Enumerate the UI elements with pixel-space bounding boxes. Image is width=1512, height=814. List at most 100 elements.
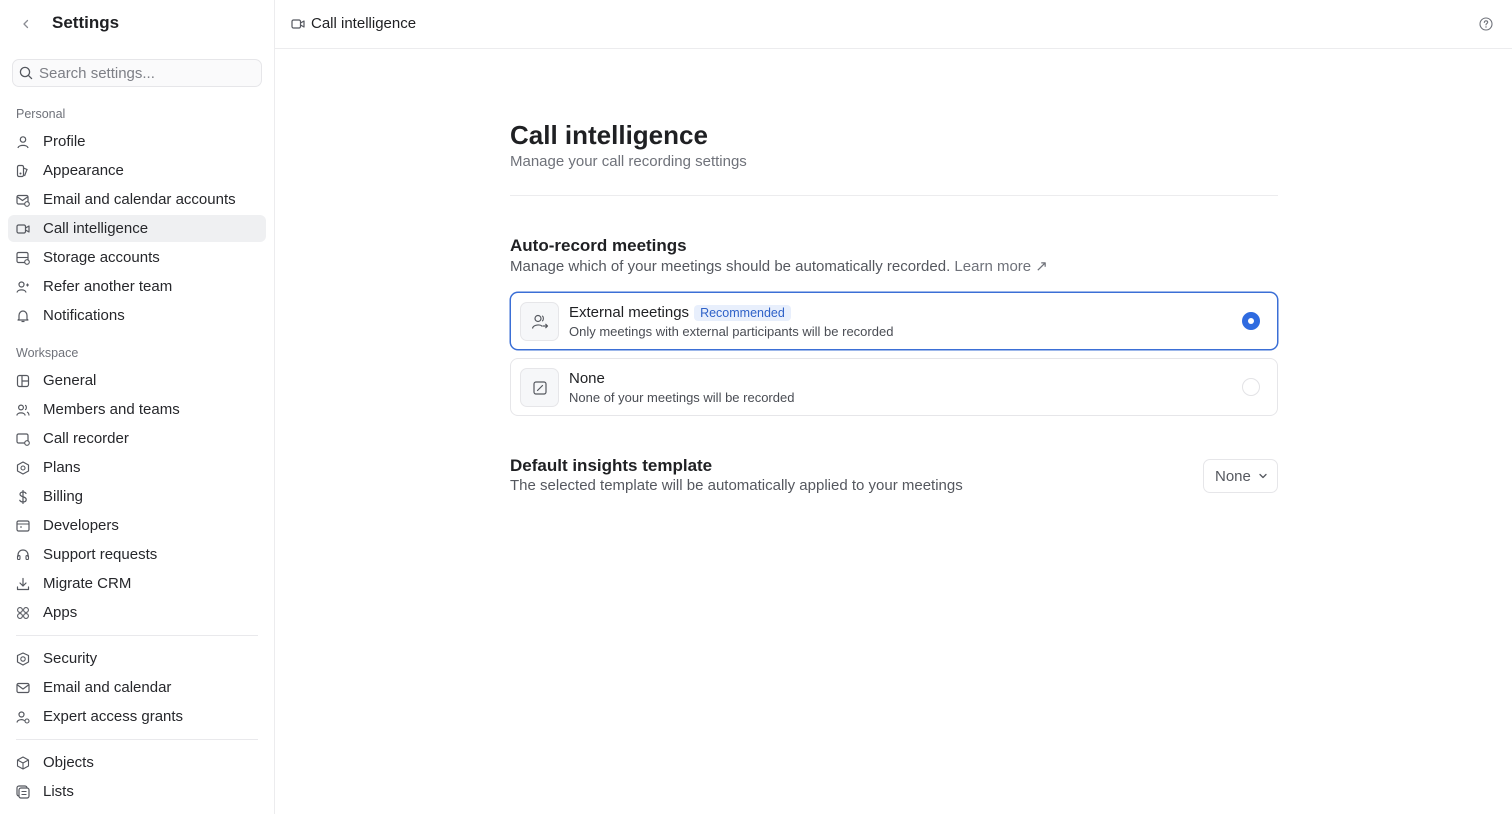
plans-icon [16,460,30,475]
sidebar-item-call-intelligence[interactable]: Call intelligence [8,215,266,242]
search-input[interactable] [39,64,249,82]
radio-none[interactable] [1242,378,1260,396]
sidebar-item-label: Plans [43,459,81,476]
sidebar-item-expert-access-grants[interactable]: Expert access grants [8,703,266,730]
envelope-icon [16,681,30,695]
search-box[interactable] [12,59,262,87]
sidebar-item-label: Call recorder [43,430,129,447]
list-icon [16,784,30,799]
chevron-down-icon [1259,473,1267,479]
mail-account-icon [16,193,30,207]
sidebar-divider [16,739,258,740]
sidebar-item-label: Email and calendar [43,679,172,696]
back-button[interactable] [16,14,36,34]
help-circle-icon[interactable] [1479,17,1493,31]
person-icon [16,135,30,149]
sidebar-item-label: Apps [43,604,78,621]
insights-template-value: None [1215,467,1251,485]
sidebar-item-developers[interactable]: Developers [8,512,266,539]
recommended-badge: Recommended [694,304,791,321]
sidebar-title: Settings [52,13,120,32]
sidebar-item-email-calendar[interactable]: Email and calendar [8,674,266,701]
section-label-personal: Personal [16,107,66,121]
option-none[interactable]: None None of your meetings will be recor… [510,358,1278,416]
user-key-icon [16,710,30,724]
sidebar-item-lists[interactable]: Lists [8,778,266,805]
sidebar-item-refer-another-team[interactable]: Refer another team [8,273,266,300]
sidebar-item-label: Email and calendar accounts [43,191,236,208]
option-title-text: None [569,370,605,387]
option-title-text: External meetings [569,304,690,321]
learn-more-link[interactable]: Learn more ↗ [954,258,1047,275]
sidebar-item-label: Migrate CRM [43,575,132,592]
sidebar-item-label: Storage accounts [43,249,160,266]
video-icon [16,222,30,236]
sidebar-item-plans[interactable]: Plans [8,454,266,481]
option-description: None of your meetings will be recorded [569,390,795,405]
sidebar-item-label: Notifications [43,307,125,324]
sidebar-item-call-recorder[interactable]: Call recorder [8,425,266,452]
sidebar-item-email-calendar-accounts[interactable]: Email and calendar accounts [8,186,266,213]
option-title: External meetings Recommended [569,304,791,321]
recorder-icon [16,432,30,446]
sidebar-divider [16,635,258,636]
video-icon [291,19,305,29]
auto-record-description: Manage which of your meetings should be … [510,257,1048,275]
section-label-workspace: Workspace [16,346,79,360]
settings-sidebar: Settings Personal Profile Appearance Ema… [0,0,275,814]
none-slash-icon [520,368,559,407]
dollar-icon [16,489,30,504]
sidebar-header: Settings [0,0,274,48]
cube-icon [16,755,30,770]
sidebar-item-label: Support requests [43,546,158,563]
search-icon [19,66,33,80]
sidebar-item-security[interactable]: Security [8,645,266,672]
layout-icon [16,374,30,388]
sidebar-item-label: Profile [43,133,86,150]
option-title: None [569,370,605,387]
sidebar-item-label: Call intelligence [43,220,149,237]
users-icon [16,403,30,417]
sidebar-item-apps[interactable]: Apps [8,599,266,626]
sidebar-item-general[interactable]: General [8,367,266,394]
page-subtitle: Manage your call recording settings [510,153,747,170]
headset-icon [16,548,30,562]
sidebar-item-label: Refer another team [43,278,173,295]
auto-record-title: Auto-record meetings [510,236,687,255]
page-header: Call intelligence [275,0,1512,49]
bell-icon [16,309,30,323]
sidebar-item-label: General [43,372,97,389]
sidebar-item-label: Expert access grants [43,708,184,725]
sidebar-item-label: Members and teams [43,401,180,418]
sidebar-item-label: Security [43,650,98,667]
sidebar-item-label: Objects [43,754,94,771]
sidebar-item-migrate-crm[interactable]: Migrate CRM [8,570,266,597]
option-external-meetings[interactable]: External meetings Recommended Only meeti… [510,292,1278,350]
sidebar-item-label: Developers [43,517,119,534]
page-title: Call intelligence [510,120,708,150]
sidebar-item-members-teams[interactable]: Members and teams [8,396,266,423]
sidebar-item-appearance[interactable]: Appearance [8,157,266,184]
download-icon [16,577,30,591]
insights-template-title: Default insights template [510,456,713,475]
storage-icon [16,251,30,265]
sidebar-item-notifications[interactable]: Notifications [8,302,266,329]
sidebar-item-profile[interactable]: Profile [8,128,266,155]
sidebar-item-storage-accounts[interactable]: Storage accounts [8,244,266,271]
insights-template-description: The selected template will be automatica… [510,477,963,494]
chevron-left-icon [23,19,29,29]
palette-icon [16,164,30,178]
radio-external-meetings[interactable] [1242,312,1260,330]
external-users-icon [520,302,559,341]
breadcrumb: Call intelligence [311,15,417,32]
sidebar-item-label: Appearance [43,162,124,179]
sidebar-item-objects[interactable]: Objects [8,749,266,776]
code-icon [16,519,30,533]
auto-record-description-text: Manage which of your meetings should be … [510,258,951,275]
section-divider [510,195,1278,196]
sidebar-item-support-requests[interactable]: Support requests [8,541,266,568]
sidebar-item-label: Billing [43,488,84,505]
insights-template-select[interactable]: None [1203,459,1278,493]
option-description: Only meetings with external participants… [569,324,894,339]
sidebar-item-billing[interactable]: Billing [8,483,266,510]
